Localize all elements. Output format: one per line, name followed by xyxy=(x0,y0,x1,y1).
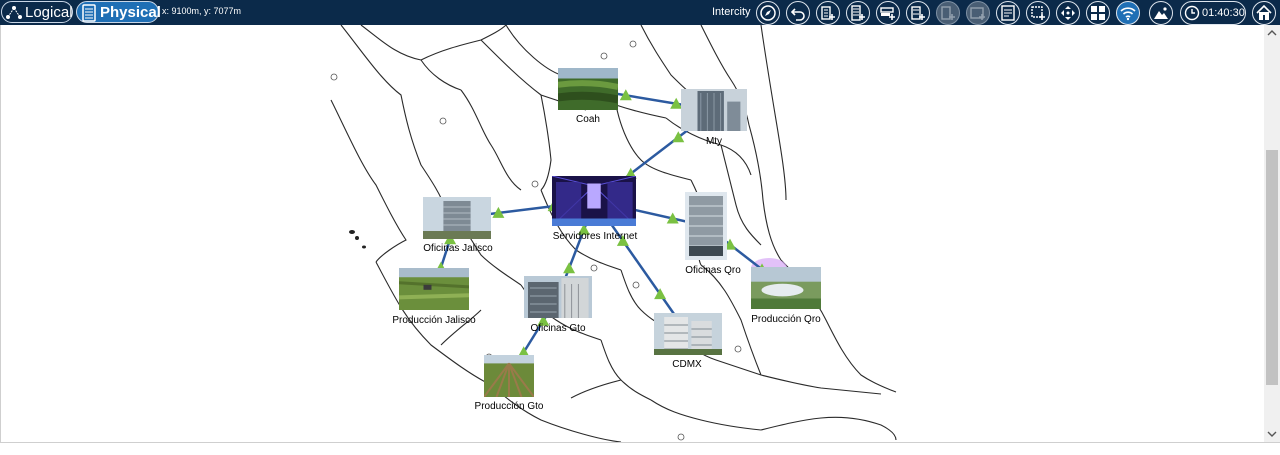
site-photo[interactable] xyxy=(751,267,821,314)
site-label: Producción Gto xyxy=(474,401,544,412)
site-photo[interactable] xyxy=(557,68,619,115)
wifi-button[interactable] xyxy=(1116,1,1140,25)
add-panel-icon xyxy=(970,7,985,20)
top-toolbar: Logical Physical x: 9100m, y: 7077m Inte… xyxy=(0,0,1280,25)
site-photo[interactable] xyxy=(681,89,747,136)
clock-time: 01:40:30 xyxy=(1202,7,1245,19)
add-building-button[interactable] xyxy=(816,1,840,25)
compass-button[interactable] xyxy=(756,1,780,25)
link-endpoint-marker[interactable] xyxy=(563,262,576,274)
add-disabled-button[interactable] xyxy=(936,1,960,25)
physical-view-button[interactable]: Physical xyxy=(76,1,161,23)
add-server-button[interactable] xyxy=(906,1,930,25)
scroll-down-arrow-icon[interactable] xyxy=(1267,429,1277,439)
add-building-icon xyxy=(821,6,835,20)
site-photo[interactable] xyxy=(423,197,491,244)
report-button[interactable] xyxy=(996,1,1020,25)
add-rack-icon xyxy=(851,5,865,21)
site-label: CDMX xyxy=(672,359,702,370)
add-device-icon xyxy=(880,7,895,20)
grid-layout-icon xyxy=(1091,6,1105,20)
group-button[interactable] xyxy=(1026,1,1050,25)
site-label: Producción Jalisco xyxy=(392,315,476,326)
add-server-icon xyxy=(911,6,925,20)
physical-rack-icon xyxy=(82,4,96,22)
home-icon xyxy=(1256,5,1272,20)
logical-label: Logical xyxy=(25,4,73,21)
scroll-up-arrow-icon[interactable] xyxy=(1267,28,1277,38)
home-button[interactable] xyxy=(1252,1,1276,25)
grid-layout-button[interactable] xyxy=(1086,1,1110,25)
site-photo[interactable] xyxy=(685,192,727,265)
context-label: Intercity xyxy=(712,6,751,18)
clock-display: 01:40:30 xyxy=(1180,1,1246,25)
landscape-icon xyxy=(1154,7,1168,19)
site-photo[interactable] xyxy=(551,175,637,231)
site-label: Oficinas Gto xyxy=(530,323,586,334)
site-label: Servidores Internet xyxy=(552,231,638,242)
map-canvas[interactable]: Coah Mty Servidores Internet Oficinas Jalis… xyxy=(0,25,1264,442)
logical-network-icon xyxy=(6,6,22,19)
site-label: Coah xyxy=(576,114,600,125)
bottom-edge xyxy=(0,442,1280,455)
vertical-scrollbar[interactable] xyxy=(1264,25,1280,442)
site-photo[interactable] xyxy=(654,313,722,360)
compass-icon xyxy=(760,5,776,21)
move-icon xyxy=(1061,6,1075,20)
add-disabled-icon xyxy=(941,6,955,20)
site-photo[interactable] xyxy=(483,355,535,402)
group-icon xyxy=(1031,6,1045,20)
add-rack-button[interactable] xyxy=(846,1,870,25)
add-device-button[interactable] xyxy=(876,1,900,25)
islands xyxy=(349,230,366,249)
clock-icon xyxy=(1184,5,1200,21)
undo-button[interactable] xyxy=(786,1,810,25)
logical-view-button[interactable]: Logical xyxy=(1,1,73,23)
scrollbar-thumb[interactable] xyxy=(1266,150,1278,385)
site-photo[interactable] xyxy=(524,276,592,323)
physical-label: Physical xyxy=(100,4,161,21)
wifi-icon xyxy=(1120,7,1136,21)
site-label: Oficinas Jalisco xyxy=(423,243,493,254)
landscape-button[interactable] xyxy=(1149,1,1173,25)
coordinate-readout: x: 9100m, y: 7077m xyxy=(162,6,242,16)
move-button[interactable] xyxy=(1056,1,1080,25)
add-panel-button[interactable] xyxy=(966,1,990,25)
site-label: Mty xyxy=(705,136,723,147)
site-label: Oficinas Qro xyxy=(685,265,741,276)
city-markers xyxy=(330,40,742,441)
site-photo[interactable] xyxy=(398,268,470,315)
site-label: Producción Qro xyxy=(751,314,821,325)
undo-icon xyxy=(790,8,805,21)
report-icon xyxy=(1001,5,1015,21)
